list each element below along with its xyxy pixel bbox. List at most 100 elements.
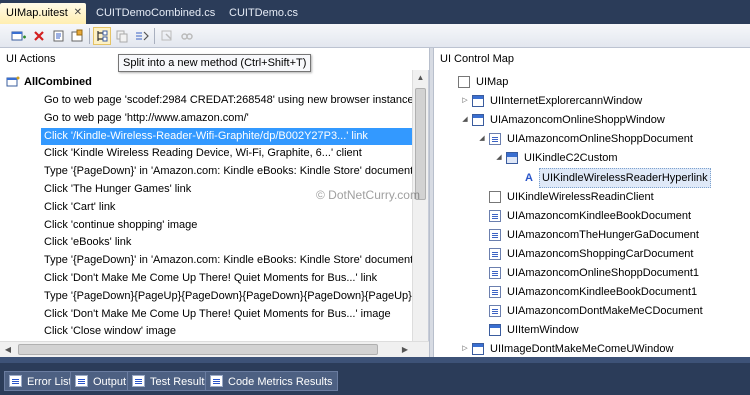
document-icon	[489, 247, 501, 260]
method-icon	[6, 76, 20, 87]
tree-node[interactable]: ◢ UIAmazoncomOnlineShoppDocument	[477, 130, 695, 148]
tree-node[interactable]: UIAmazoncomKindleeBookDocument	[477, 207, 693, 225]
tree-node[interactable]: UIMap	[446, 73, 510, 91]
tree-node[interactable]: UIAmazoncomTheHungerGaDocument	[477, 226, 701, 244]
output-icon	[75, 375, 88, 387]
tab-cuitdemo[interactable]: CUITDemo.cs	[223, 3, 304, 24]
collapse-icon[interactable]: ◢	[477, 130, 487, 148]
code-metrics-icon	[210, 375, 223, 387]
tree-node[interactable]: UIAmazoncomDontMakeMeCDocument	[477, 302, 705, 320]
tab-uimap-uitest[interactable]: UIMap.uitest ✕	[0, 3, 86, 24]
method-root[interactable]: AllCombined	[6, 74, 92, 90]
tab-code-metrics-results[interactable]: Code Metrics Results	[205, 371, 338, 391]
toolbar-separator	[154, 28, 155, 44]
tree-node[interactable]: UIAmazoncomKindleeBookDocument1	[477, 283, 699, 301]
action-item[interactable]: Click '/Kindle-Wireless-Reader-Wifi-Grap…	[41, 127, 428, 146]
document-icon	[489, 305, 501, 318]
tree-node[interactable]: ▷ UIImageDontMakeMeComeUWindow	[460, 340, 675, 357]
tree-node[interactable]: ◢ UIAmazoncomOnlineShoppWindow	[460, 111, 667, 129]
actions-horizontal-scrollbar[interactable]: ◀ ▶	[0, 341, 429, 357]
watermark: © DotNetCurry.com	[316, 188, 420, 202]
tree-node[interactable]: ▷ UIInternetExplorercannWindow	[460, 92, 644, 110]
tree-node[interactable]: A UIKindleWirelessReaderHyperlink	[511, 167, 711, 188]
tree-node-label: UIMap	[476, 76, 509, 88]
action-item[interactable]: Go to web page 'http://www.amazon.com/'	[41, 110, 428, 128]
tab-output[interactable]: Output	[70, 371, 132, 391]
copy-icon[interactable]	[113, 27, 131, 45]
move-code-icon[interactable]	[50, 27, 68, 45]
tab-label: Error List	[27, 376, 72, 388]
collapse-icon[interactable]: ◢	[460, 111, 470, 129]
tree-node[interactable]: ◢ UIKindleC2Custom	[494, 149, 620, 167]
tree-node-label: UIKindleWirelessReaderHyperlink	[539, 167, 711, 188]
action-item[interactable]: Click 'Close window' image	[41, 323, 428, 341]
expand-icon[interactable]: ▷	[460, 92, 470, 110]
scroll-left-icon[interactable]: ◀	[0, 342, 16, 358]
collapse-icon[interactable]: ◢	[494, 149, 504, 167]
tree-node-label: UIAmazoncomShoppingCarDocument	[507, 247, 694, 260]
test-results-icon	[132, 375, 145, 387]
scroll-thumb[interactable]	[415, 88, 426, 200]
toolbar-separator	[89, 28, 90, 44]
action-item[interactable]: Type '{PageDown}' in 'Amazon.com: Kindle…	[41, 163, 428, 181]
split-method-tooltip: Split into a new method (Ctrl+Shift+T)	[118, 54, 312, 72]
document-icon	[489, 133, 501, 146]
tree-node[interactable]: UIAmazoncomOnlineShoppDocument1	[477, 264, 701, 282]
scroll-thumb[interactable]	[18, 344, 378, 355]
action-item[interactable]: Click 'eBooks' link	[41, 234, 428, 252]
tab-cuitdemocombined[interactable]: CUITDemoCombined.cs	[90, 3, 221, 24]
split-method-icon[interactable]	[93, 27, 111, 45]
window-icon	[472, 114, 484, 127]
tree-node-label: UIAmazoncomKindleeBookDocument	[507, 209, 692, 222]
action-item[interactable]: Click 'Kindle Wireless Reading Device, W…	[41, 145, 428, 163]
tree-node[interactable]: UIKindleWirelessReadinClient	[477, 188, 656, 206]
control-icon	[458, 76, 470, 88]
add-method-icon[interactable]	[10, 27, 28, 45]
document-tab-strip: UIMap.uitest ✕ CUITDemoCombined.cs CUITD…	[0, 0, 750, 24]
uimap-toolbar	[0, 24, 750, 48]
scroll-up-icon[interactable]: ▲	[413, 70, 428, 86]
ui-control-map-header: UI Control Map	[434, 48, 750, 70]
action-item[interactable]: Click 'continue shopping' image	[41, 217, 428, 235]
tree-node-label: UIImageDontMakeMeComeUWindow	[490, 343, 674, 356]
method-name: AllCombined	[24, 76, 92, 88]
tab-test-results[interactable]: Test Results	[127, 371, 215, 391]
control-icon	[489, 190, 501, 203]
tab-error-list[interactable]: Error List	[4, 371, 77, 391]
tree-node-label: UIInternetExplorercannWindow	[490, 95, 643, 108]
tree-node[interactable]: UIItemWindow	[477, 321, 581, 339]
actions-vertical-scrollbar[interactable]: ▲ ▼	[412, 70, 428, 357]
find-icon[interactable]	[178, 27, 196, 45]
scroll-right-icon[interactable]: ▶	[397, 342, 413, 358]
document-icon	[489, 286, 501, 299]
tree-node-label: UIKindleC2Custom	[524, 152, 618, 165]
hyperlink-icon: A	[525, 171, 533, 184]
action-item[interactable]: Click 'Don't Make Me Come Up There! Quie…	[41, 306, 428, 324]
tab-label: Test Results	[150, 376, 210, 388]
action-item[interactable]: Go to web page 'scodef:2984 CREDAT:26854…	[41, 92, 428, 110]
window-icon	[472, 95, 484, 108]
ui-control-map-tree: UIMap ▷ UIInternetExplorercannWindow ◢ UIAma…	[434, 70, 750, 357]
tab-label: CUITDemo.cs	[229, 7, 299, 19]
close-tab-icon[interactable]: ✕	[74, 3, 82, 23]
document-icon	[489, 228, 501, 241]
window-icon	[489, 324, 501, 337]
expand-icon[interactable]: ▷	[460, 340, 470, 357]
properties-icon[interactable]	[68, 27, 86, 45]
action-item[interactable]: Type '{PageDown}' in 'Amazon.com: Kindle…	[41, 252, 428, 270]
window-icon	[472, 343, 484, 356]
delete-icon[interactable]	[30, 27, 48, 45]
action-item[interactable]: Type '{PageDown}{PageUp}{PageDown}{PageD…	[41, 288, 428, 306]
ui-actions-pane: AllCombined Go to web page 'scodef:2984 …	[0, 70, 429, 357]
insert-delay-icon[interactable]	[133, 27, 151, 45]
tree-node-label: UIAmazoncomOnlineShoppWindow	[490, 114, 665, 127]
tab-label: UIMap.uitest	[6, 7, 68, 19]
tab-label: Code Metrics Results	[228, 376, 333, 388]
locate-control-icon[interactable]	[158, 27, 176, 45]
tree-node[interactable]: UIAmazoncomShoppingCarDocument	[477, 245, 695, 263]
action-list: Go to web page 'scodef:2984 CREDAT:26854…	[41, 92, 428, 357]
action-item[interactable]: Click 'Don't Make Me Come Up There! Quie…	[41, 270, 428, 288]
tree-node-label: UIAmazoncomTheHungerGaDocument	[507, 228, 699, 241]
tree-node-label: UIAmazoncomOnlineShoppDocument1	[507, 267, 699, 279]
custom-control-icon	[506, 152, 518, 165]
